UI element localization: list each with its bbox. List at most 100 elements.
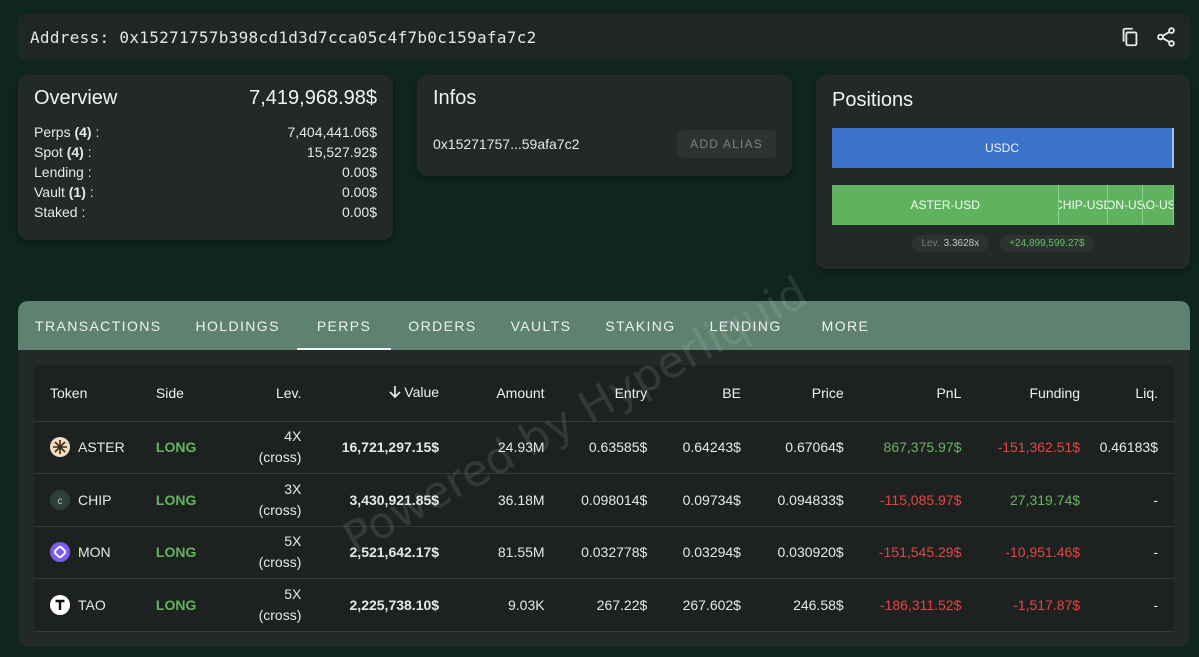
copy-icon[interactable] <box>1118 25 1142 49</box>
table-row[interactable]: TAO LONG 5X (cross) 2,225,738.10$ 9.03K … <box>34 578 1174 632</box>
tab-transactions[interactable]: TRANSACTIONS <box>35 301 161 350</box>
add-alias-button[interactable]: ADD ALIAS <box>677 130 776 158</box>
arrow-down-icon <box>388 385 402 402</box>
tao-token-icon <box>50 594 70 615</box>
overview-row-label: Spot (4) : <box>34 142 92 162</box>
cell-price: 0.030920$ <box>740 526 844 579</box>
cell-token[interactable]: ASTER <box>34 421 138 474</box>
overview-count: (4) <box>74 124 92 140</box>
col-be[interactable]: BE <box>647 365 741 422</box>
table-row[interactable]: ASTER LONG 4X (cross) 16,721,297.15$ 24.… <box>34 421 1174 474</box>
lev-mode: (cross) <box>258 554 302 571</box>
overview-row-label: Perps (4) : <box>34 122 99 142</box>
overview-row-value: 0.00$ <box>341 204 377 220</box>
infos-title: Infos <box>433 87 477 109</box>
cell-pnl: -115,085.97$ <box>843 473 962 527</box>
col-price[interactable]: Price <box>740 365 844 422</box>
address-text: Address: 0x15271757b398cd1d3d7cca05c4f7b… <box>30 27 537 47</box>
col-funding[interactable]: Funding <box>961 365 1081 422</box>
position-segment[interactable]: MON-USD <box>1107 185 1143 225</box>
overview-total: 7,419,968.98$ <box>249 87 377 109</box>
col-amount[interactable]: Amount <box>439 365 545 422</box>
positions-panel: TRANSACTIONS HOLDINGS PERPS ORDERS VAULT… <box>18 301 1190 647</box>
cell-value: 16,721,297.15$ <box>301 421 440 474</box>
perps-table-wrap: Token Side Lev. Value Amount Entry BE Pr… <box>34 365 1174 632</box>
lev-value: 3X <box>284 480 302 497</box>
position-segment[interactable]: ASTER-USD <box>832 185 1060 225</box>
tab-orders[interactable]: ORDERS <box>408 301 476 350</box>
lev-value: 5X <box>284 533 302 550</box>
col-lev[interactable]: Lev. <box>211 365 302 422</box>
pnl-chip: +24,899,599.27$ <box>1000 235 1094 252</box>
col-pnl[interactable]: PnL <box>843 365 962 422</box>
cell-price: 0.67064$ <box>740 421 844 474</box>
svg-text:c: c <box>58 496 63 507</box>
overview-card: Overview 7,419,968.98$ Perps (4) : 7,404,… <box>18 75 393 240</box>
cell-value: 2,225,738.10$ <box>301 578 440 632</box>
share-icon[interactable] <box>1154 25 1178 49</box>
col-token[interactable]: Token <box>34 365 138 422</box>
cell-lev: 5X (cross) <box>211 578 302 632</box>
cell-token[interactable]: c CHIP <box>34 473 138 527</box>
position-segment[interactable]: CHIP-USD <box>1059 185 1108 225</box>
cell-be: 0.03294$ <box>647 526 741 579</box>
table-row[interactable]: c CHIP LONG 3X (cross) 3,430,921.85$ 36.… <box>34 473 1174 527</box>
overview-suffix: : <box>83 144 92 160</box>
overview-row: Lending : 0.00$ <box>34 162 377 182</box>
tab-more[interactable]: MORE <box>822 301 870 350</box>
cell-price: 0.094833$ <box>740 473 844 527</box>
usdc-bar[interactable]: USDC <box>832 128 1174 168</box>
table-row[interactable]: MON LONG 5X (cross) 2,521,642.17$ 81.55M… <box>34 526 1174 579</box>
cell-liq: - <box>1080 473 1174 527</box>
col-side[interactable]: Side <box>137 365 212 422</box>
overview-row: Perps (4) : 7,404,441.06$ <box>34 122 377 142</box>
perps-table-body: ASTER LONG 4X (cross) 16,721,297.15$ 24.… <box>34 421 1174 632</box>
cell-funding: -1,517.87$ <box>961 578 1081 632</box>
col-entry[interactable]: Entry <box>544 365 648 422</box>
tab-staking[interactable]: STAKING <box>605 301 675 350</box>
cell-entry: 0.032778$ <box>544 526 648 579</box>
lev-mode: (cross) <box>258 501 302 518</box>
cell-be: 267.602$ <box>647 578 741 632</box>
infos-card: Infos 0x15271757...59afa7c2 ADD ALIAS <box>417 75 792 176</box>
cell-price: 246.58$ <box>740 578 844 632</box>
token-name: CHIP <box>78 491 112 508</box>
cell-side: LONG <box>137 578 212 632</box>
overview-row: Staked : 0.00$ <box>34 202 377 222</box>
cell-liq: - <box>1080 578 1174 632</box>
col-liq[interactable]: Liq. <box>1080 365 1174 422</box>
overview-label-text: Perps <box>34 124 71 140</box>
position-segment[interactable]: TAO-USD <box>1142 185 1174 225</box>
overview-title: Overview <box>34 87 118 109</box>
table-header-row: Token Side Lev. Value Amount Entry BE Pr… <box>34 365 1174 422</box>
leverage-value: 3.3628x <box>943 238 980 249</box>
cell-side: LONG <box>137 473 212 527</box>
col-value-label: Value <box>404 383 440 400</box>
cell-funding: -10,951.46$ <box>961 526 1081 579</box>
perp-positions-bar: ASTER-USDCHIP-USDMON-USDTAO-USD <box>832 185 1174 225</box>
overview-label-text: Vault <box>34 184 65 200</box>
tab-vaults[interactable]: VAULTS <box>511 301 572 350</box>
cell-token[interactable]: TAO <box>34 578 138 632</box>
cell-amount: 81.55M <box>439 526 545 579</box>
tab-lending[interactable]: LENDING <box>710 301 782 350</box>
overview-row-label: Lending : <box>34 162 92 182</box>
token-name: MON <box>78 544 111 561</box>
mon-token-icon <box>50 542 70 563</box>
tab-holdings[interactable]: HOLDINGS <box>195 301 279 350</box>
overview-rows: Perps (4) : 7,404,441.06$ Spot (4) : 15,527… <box>34 122 377 222</box>
overview-suffix: : <box>91 124 100 140</box>
cell-value: 3,430,921.85$ <box>301 473 440 527</box>
lev-value: 5X <box>284 585 302 602</box>
lev-mode: (cross) <box>258 606 302 623</box>
leverage-label: Lev. <box>921 238 940 249</box>
overview-count: (1) <box>68 184 86 200</box>
cell-token[interactable]: MON <box>34 526 138 579</box>
overview-row-value: 15,527.92$ <box>306 144 377 160</box>
cell-funding: 27,319.74$ <box>961 473 1081 527</box>
cell-liq: 0.46183$ <box>1080 421 1174 474</box>
tab-perps[interactable]: PERPS <box>296 301 392 350</box>
cell-pnl: 867,375.97$ <box>843 421 962 474</box>
chip-token-icon: c <box>50 489 70 510</box>
col-value[interactable]: Value <box>301 365 440 422</box>
